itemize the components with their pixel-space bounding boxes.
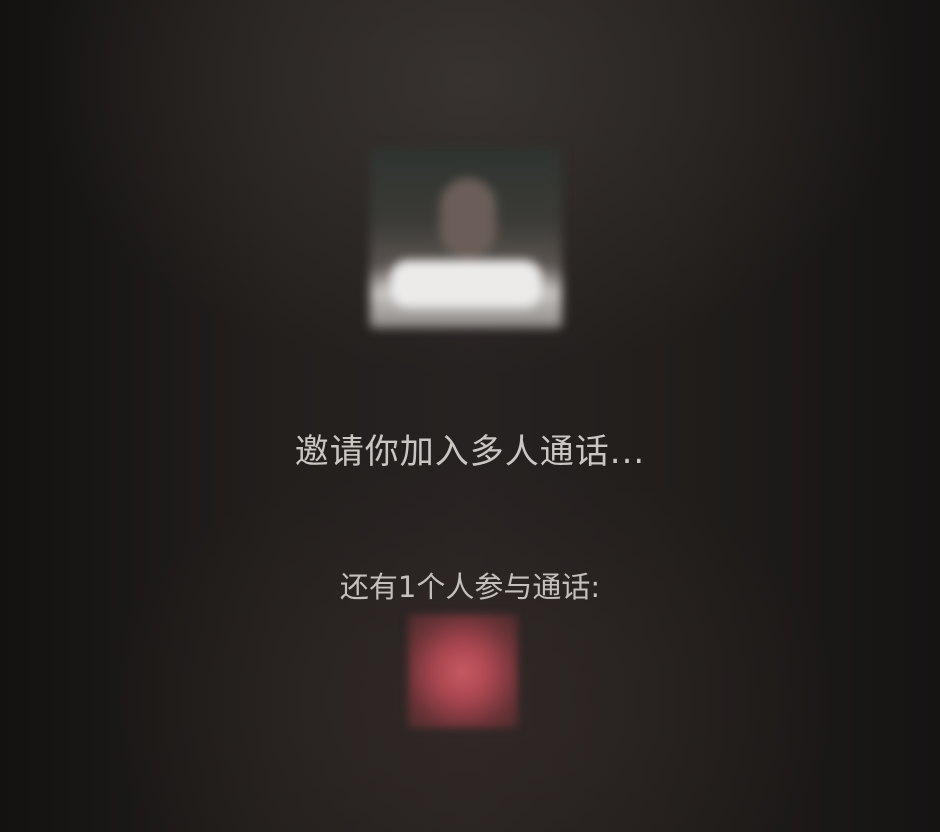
caller-avatar-head (440, 178, 496, 258)
participants-label: 还有1个人参与通话: (339, 570, 601, 604)
caller-avatar-body (390, 260, 542, 308)
caller-avatar (370, 148, 562, 328)
invite-message: 邀请你加入多人通话... (294, 432, 646, 472)
incoming-group-call-screen: 邀请你加入多人通话... 还有1个人参与通话: (0, 0, 940, 832)
participant-avatar (408, 614, 518, 728)
